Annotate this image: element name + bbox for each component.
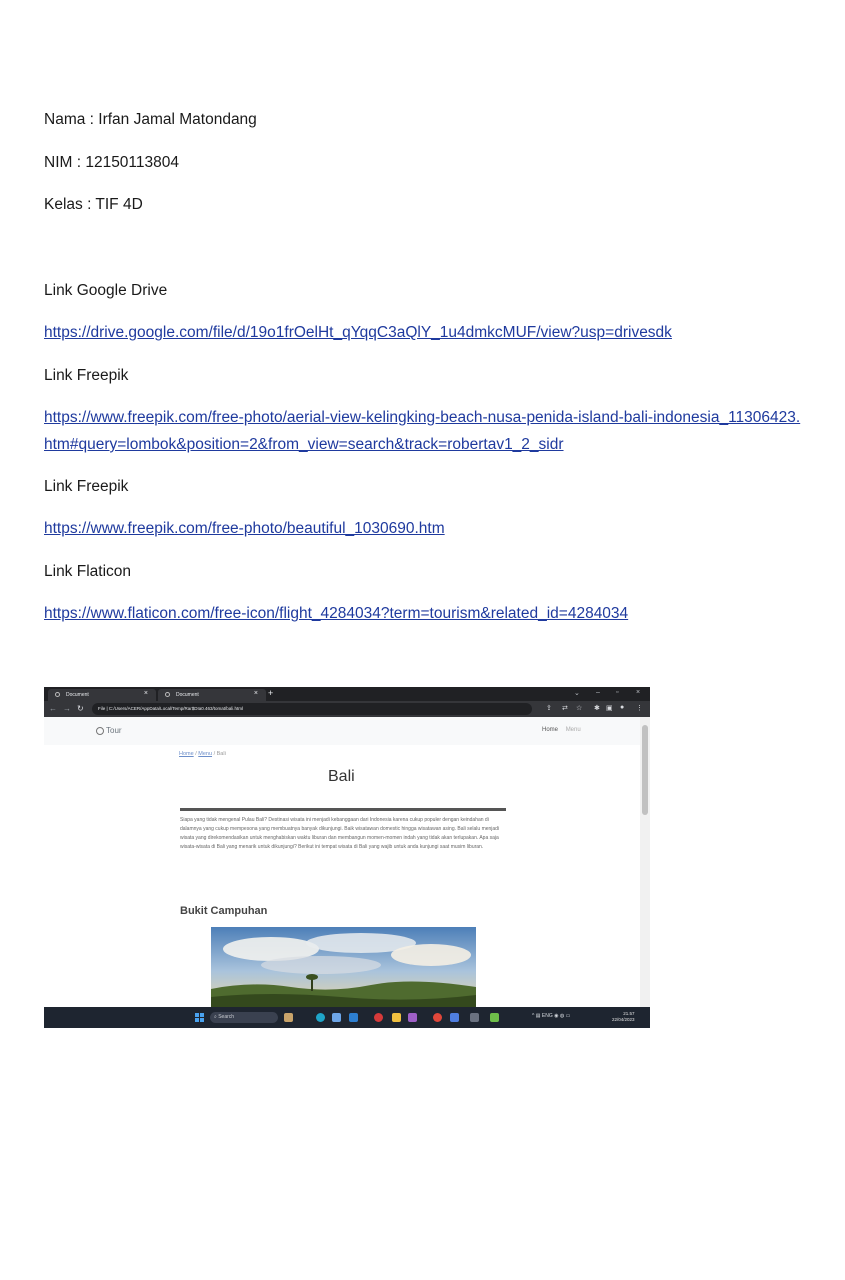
kebab-menu-icon[interactable]: ⋮ [636, 704, 643, 712]
student-name: Nama : Irfan Jamal Matondang [44, 111, 257, 128]
close-window-icon[interactable]: × [636, 689, 640, 696]
nav-menu-link[interactable]: Menu [566, 727, 581, 733]
breadcrumb-home[interactable]: Home [179, 751, 194, 757]
student-nim: NIM : 12150113804 [44, 154, 180, 171]
site-navbar: Tour Home Menu [44, 717, 640, 745]
site-brand[interactable]: Tour [96, 726, 122, 735]
freepik-link-1[interactable]: https://www.freepik.com/free-photo/aeria… [44, 404, 804, 458]
back-icon[interactable]: ← [49, 704, 57, 713]
browser-screenshot: Document × Document × + ⌄ – ▫ × ← → ↻ Fi… [44, 687, 650, 1028]
windows-taskbar: ⌕ Search ^ ▤ ENG ◉ ◍ ▭ 21.57 22/04/2023 [44, 1007, 650, 1028]
address-toolbar: ← → ↻ File | C:/Users/ACER/AppData/Local… [44, 701, 650, 717]
edge-icon[interactable] [316, 1013, 325, 1022]
forward-icon[interactable]: → [63, 704, 71, 713]
student-class: Kelas : TIF 4D [44, 196, 143, 213]
games-icon[interactable] [490, 1013, 499, 1022]
clock-date: 22/04/2023 [612, 1017, 635, 1022]
translate-icon[interactable]: ⇄ [562, 704, 568, 712]
freepik-link-2[interactable]: https://www.freepik.com/free-photo/beaut… [44, 519, 445, 539]
taskbar-clock[interactable]: 21.57 22/04/2023 [612, 1011, 635, 1023]
title-divider [180, 808, 506, 811]
landscape-photo [211, 927, 476, 1007]
freepik-label-2: Link Freepik [44, 478, 129, 495]
new-tab-icon[interactable]: + [268, 688, 273, 698]
browser-tab[interactable]: Document × [48, 689, 156, 701]
breadcrumb-menu[interactable]: Menu [198, 751, 212, 757]
tab-label: Document [66, 692, 89, 698]
google-drive-label: Link Google Drive [44, 282, 168, 299]
chevron-down-icon[interactable]: ⌄ [574, 689, 580, 697]
intro-paragraph: Siapa yang tidak mengenal Pulau Bali? De… [180, 817, 500, 850]
extensions-icon[interactable]: ✱ [594, 704, 600, 712]
battery-icon[interactable]: ▭ [566, 1013, 571, 1019]
close-icon[interactable]: × [144, 690, 148, 697]
word-icon[interactable] [408, 1013, 417, 1022]
wifi-icon[interactable]: ◉ [554, 1013, 558, 1019]
folder-icon[interactable] [392, 1013, 401, 1022]
system-tray[interactable]: ^ ▤ ENG ◉ ◍ ▭ [532, 1013, 570, 1019]
freepik-label-1: Link Freepik [44, 367, 129, 384]
globe-icon [165, 692, 170, 697]
browser-tab[interactable]: Document × [158, 689, 266, 701]
landscape-widget-icon[interactable] [284, 1013, 293, 1022]
reload-icon[interactable]: ↻ [77, 704, 84, 713]
airplane-icon [96, 726, 104, 735]
sidepanel-icon[interactable]: ▣ [606, 704, 613, 712]
profile-icon[interactable]: ● [620, 704, 624, 711]
app-icon[interactable] [470, 1013, 479, 1022]
scrollbar[interactable] [640, 717, 650, 1007]
star-icon[interactable]: ☆ [576, 704, 582, 712]
google-drive-link[interactable]: https://drive.google.com/file/d/19o1frOe… [44, 323, 672, 343]
breadcrumb-current: Bali [216, 751, 226, 757]
opera-icon[interactable] [374, 1013, 383, 1022]
taskbar-search-label: Search [218, 1014, 235, 1020]
nav-home-link[interactable]: Home [542, 727, 558, 733]
store-icon[interactable] [450, 1013, 459, 1022]
chrome-icon[interactable] [433, 1013, 442, 1022]
chevron-up-icon[interactable]: ^ [532, 1013, 534, 1019]
site-nav-links: Home Menu [542, 727, 581, 733]
close-icon[interactable]: × [254, 690, 258, 697]
scrollbar-thumb[interactable] [642, 725, 648, 815]
browser-tab-bar: Document × Document × + ⌄ – ▫ × [44, 687, 650, 701]
flaticon-label: Link Flaticon [44, 563, 132, 580]
file-explorer-icon[interactable] [332, 1013, 341, 1022]
taskbar-search[interactable]: ⌕ Search [210, 1012, 278, 1023]
brand-label: Tour [106, 726, 122, 735]
tab-label: Document [176, 692, 199, 698]
address-bar[interactable]: File | C:/Users/ACER/AppData/Local/Temp/… [92, 703, 532, 715]
breadcrumb: Home / Menu / Bali [179, 751, 226, 757]
restore-icon[interactable]: ▫ [616, 689, 618, 696]
volume-icon[interactable]: ◍ [560, 1013, 564, 1019]
vscode-icon[interactable] [349, 1013, 358, 1022]
globe-icon [55, 692, 60, 697]
page-title: Bali [328, 768, 355, 785]
windows-start-icon[interactable] [195, 1013, 204, 1022]
flaticon-link[interactable]: https://www.flaticon.com/free-icon/fligh… [44, 604, 628, 624]
share-icon[interactable]: ⇪ [546, 704, 552, 712]
language-indicator[interactable]: ENG [542, 1013, 553, 1019]
section-heading: Bukit Campuhan [180, 905, 268, 917]
minimize-icon[interactable]: – [596, 689, 600, 696]
